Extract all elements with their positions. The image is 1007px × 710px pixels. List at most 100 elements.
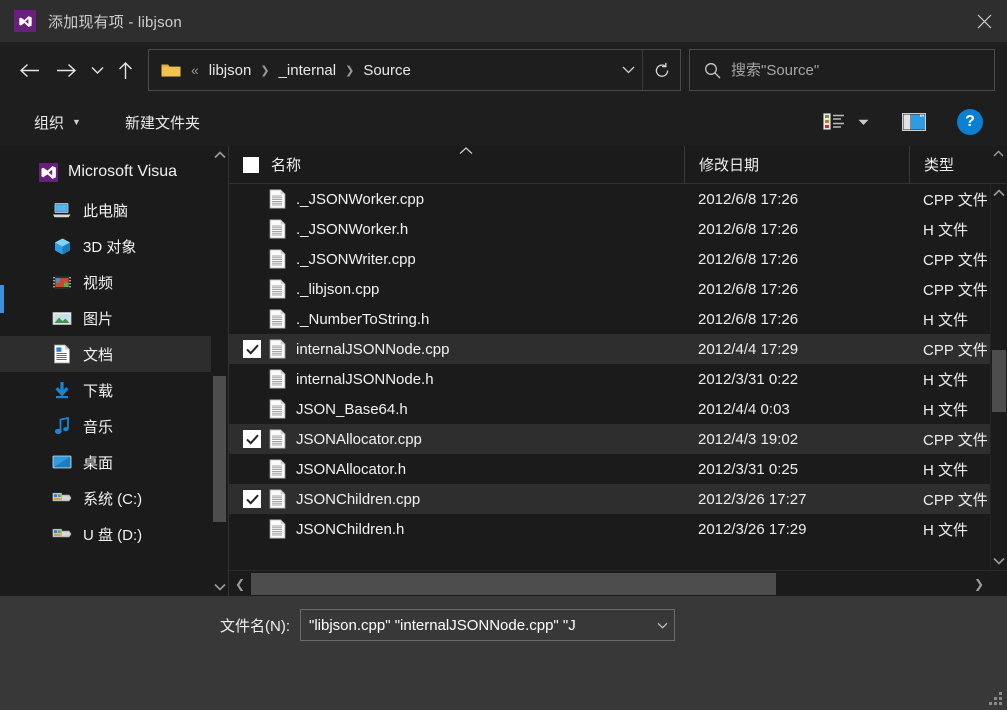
file-scroll-track[interactable] bbox=[991, 202, 1007, 552]
h-scroll-left-icon[interactable]: ❮ bbox=[229, 571, 251, 597]
h-scroll-track[interactable] bbox=[251, 571, 968, 597]
file-name-label: JSONAllocator.h bbox=[296, 461, 406, 478]
file-list-scrollbar[interactable] bbox=[990, 184, 1007, 570]
breadcrumb-separator-1[interactable]: ❯ bbox=[345, 64, 354, 77]
breadcrumb-overflow-icon[interactable]: « bbox=[191, 62, 199, 78]
filename-label: 文件名(N): bbox=[0, 615, 300, 636]
column-header-name[interactable]: 名称 bbox=[229, 146, 684, 184]
videos-icon bbox=[52, 272, 72, 292]
refresh-icon[interactable] bbox=[642, 50, 680, 90]
back-arrow-icon[interactable] bbox=[10, 53, 48, 87]
row-checkbox[interactable] bbox=[243, 520, 261, 538]
sidebar-item-downloads[interactable]: 下载 bbox=[0, 372, 228, 408]
breadcrumb-separator-0[interactable]: ❯ bbox=[260, 64, 269, 77]
file-list-header: 名称 修改日期 类型 bbox=[229, 146, 1007, 184]
help-button[interactable]: ? bbox=[957, 109, 983, 135]
chevron-down-icon: ▼ bbox=[72, 118, 81, 127]
sidebar-item-label: 文档 bbox=[83, 344, 113, 365]
file-type-cell: H 文件 bbox=[909, 309, 990, 330]
sidebar-scroll-track[interactable] bbox=[211, 164, 228, 578]
column-header-type[interactable]: 类型 bbox=[909, 146, 990, 184]
sidebar-item-system-drive-c[interactable]: 系统 (C:) bbox=[0, 480, 228, 516]
breadcrumb-item-2[interactable]: Source bbox=[361, 59, 413, 82]
table-row[interactable]: JSONChildren.cpp2012/3/26 17:27CPP 文件 bbox=[229, 484, 990, 514]
search-input[interactable] bbox=[731, 62, 994, 79]
sidebar-item-usb-drive-d[interactable]: U 盘 (D:) bbox=[0, 516, 228, 552]
file-type-cell: CPP 文件 bbox=[909, 339, 990, 360]
desktop-icon bbox=[52, 452, 72, 472]
table-row[interactable]: JSONAllocator.h2012/3/31 0:25H 文件 bbox=[229, 454, 990, 484]
table-row[interactable]: ._JSONWorker.h2012/6/8 17:26H 文件 bbox=[229, 214, 990, 244]
row-checkbox[interactable] bbox=[243, 400, 261, 418]
select-all-checkbox[interactable] bbox=[243, 157, 259, 173]
file-list-horizontal-scrollbar[interactable]: ❮ ❯ bbox=[229, 570, 1007, 596]
new-folder-button[interactable]: 新建文件夹 bbox=[117, 106, 208, 138]
view-options-chevron-down-icon[interactable] bbox=[851, 105, 875, 139]
file-name-cell: ._JSONWriter.cpp bbox=[229, 249, 684, 269]
command-toolbar: 组织 ▼ 新建文件夹 bbox=[0, 98, 1007, 146]
table-row[interactable]: ._libjson.cpp2012/6/8 17:26CPP 文件 bbox=[229, 274, 990, 304]
breadcrumb-item-1[interactable]: _internal bbox=[277, 59, 339, 82]
forward-arrow-icon[interactable] bbox=[48, 53, 84, 87]
table-row[interactable]: JSONAllocator.cpp2012/4/3 19:02CPP 文件 bbox=[229, 424, 990, 454]
row-checkbox[interactable] bbox=[243, 340, 261, 358]
row-checkbox[interactable] bbox=[243, 280, 261, 298]
table-row[interactable]: ._NumberToString.h2012/6/8 17:26H 文件 bbox=[229, 304, 990, 334]
sidebar-item-visual-studio[interactable]: Microsoft Visua bbox=[0, 152, 228, 192]
table-row[interactable]: JSON_Base64.h2012/4/4 0:03H 文件 bbox=[229, 394, 990, 424]
sidebar-scroll-thumb[interactable] bbox=[213, 376, 226, 522]
h-scroll-right-icon[interactable]: ❯ bbox=[968, 571, 990, 597]
sidebar-item-music[interactable]: 音乐 bbox=[0, 408, 228, 444]
sidebar-item-this-pc[interactable]: 此电脑 bbox=[0, 192, 228, 228]
organize-button[interactable]: 组织 ▼ bbox=[26, 106, 89, 138]
file-rows: ._JSONWorker.cpp2012/6/8 17:26CPP 文件._JS… bbox=[229, 184, 990, 570]
sidebar-item-3d-objects[interactable]: 3D 对象 bbox=[0, 228, 228, 264]
table-row[interactable]: ._JSONWorker.cpp2012/6/8 17:26CPP 文件 bbox=[229, 184, 990, 214]
header-scroll-cap-up-icon[interactable] bbox=[990, 146, 1007, 184]
row-checkbox[interactable] bbox=[243, 490, 261, 508]
sidebar-item-label: 系统 (C:) bbox=[83, 488, 142, 509]
file-icon bbox=[269, 249, 286, 269]
sidebar-item-documents[interactable]: 文档 bbox=[0, 336, 228, 372]
h-scroll-thumb[interactable] bbox=[251, 573, 776, 595]
sidebar-scroll-down-icon[interactable] bbox=[211, 578, 228, 596]
row-checkbox[interactable] bbox=[243, 220, 261, 238]
row-checkbox[interactable] bbox=[243, 430, 261, 448]
sidebar-scrollbar[interactable] bbox=[211, 146, 228, 596]
recent-locations-chevron-down-icon[interactable] bbox=[84, 53, 110, 87]
up-arrow-icon[interactable] bbox=[110, 53, 140, 87]
file-rows-area: ._JSONWorker.cpp2012/6/8 17:26CPP 文件._JS… bbox=[229, 184, 1007, 570]
file-dialog-window: 添加现有项 - libjson bbox=[0, 0, 1007, 710]
sidebar-scroll-up-icon[interactable] bbox=[211, 146, 228, 164]
file-icon bbox=[269, 429, 286, 449]
table-row[interactable]: internalJSONNode.cpp2012/4/4 17:29CPP 文件 bbox=[229, 334, 990, 364]
resize-grip[interactable] bbox=[989, 692, 1002, 705]
row-checkbox[interactable] bbox=[243, 250, 261, 268]
row-checkbox[interactable] bbox=[243, 310, 261, 328]
table-row[interactable]: internalJSONNode.h2012/3/31 0:22H 文件 bbox=[229, 364, 990, 394]
address-dropdown-chevron-down-icon[interactable] bbox=[614, 50, 642, 90]
file-scroll-down-icon[interactable] bbox=[991, 552, 1007, 570]
table-row[interactable]: JSONChildren.h2012/3/26 17:29H 文件 bbox=[229, 514, 990, 544]
address-bar[interactable]: « libjson ❯ _internal ❯ Source bbox=[148, 49, 681, 91]
sidebar-item-pictures[interactable]: 图片 bbox=[0, 300, 228, 336]
column-header-date-modified[interactable]: 修改日期 bbox=[684, 146, 909, 184]
file-type-cell: CPP 文件 bbox=[909, 489, 990, 510]
list-view-icon[interactable] bbox=[817, 105, 851, 139]
file-icon bbox=[269, 279, 286, 299]
breadcrumb-item-0[interactable]: libjson bbox=[207, 59, 254, 82]
search-box[interactable] bbox=[689, 49, 995, 91]
row-checkbox[interactable] bbox=[243, 190, 261, 208]
filename-input[interactable] bbox=[301, 617, 650, 634]
row-checkbox[interactable] bbox=[243, 460, 261, 478]
table-row[interactable]: ._JSONWriter.cpp2012/6/8 17:26CPP 文件 bbox=[229, 244, 990, 274]
file-scroll-up-icon[interactable] bbox=[991, 184, 1007, 202]
sidebar-item-videos[interactable]: 视频 bbox=[0, 264, 228, 300]
close-button[interactable] bbox=[961, 0, 1007, 42]
file-scroll-thumb[interactable] bbox=[992, 350, 1006, 412]
sidebar-item-desktop[interactable]: 桌面 bbox=[0, 444, 228, 480]
filename-chevron-down-icon[interactable] bbox=[650, 622, 674, 629]
filename-combobox[interactable] bbox=[300, 609, 675, 641]
preview-pane-icon[interactable] bbox=[897, 105, 931, 139]
row-checkbox[interactable] bbox=[243, 370, 261, 388]
